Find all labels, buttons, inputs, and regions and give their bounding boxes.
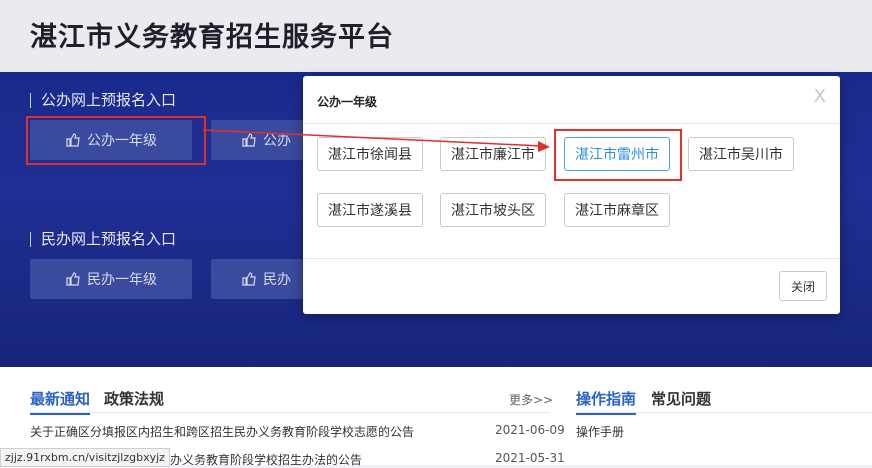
public-other-label: 公办 xyxy=(263,133,291,149)
public-section-label: 公办网上预报名入口 xyxy=(30,93,176,108)
tab-policy[interactable]: 政策法规 xyxy=(104,388,164,409)
page-header: 湛江市义务教育招生服务平台 xyxy=(0,0,872,72)
news-item-date: 2021-05-31 xyxy=(495,451,565,465)
news-item-date: 2021-06-09 xyxy=(495,423,565,437)
more-link[interactable]: 更多>> xyxy=(509,391,553,408)
annotation-box-leizhou xyxy=(554,129,682,181)
news-item-title[interactable]: 民办义务教育阶段学校招生办法的公告 xyxy=(158,451,362,468)
annotation-box-public xyxy=(26,116,206,165)
tab-faq[interactable]: 常见问题 xyxy=(651,388,711,409)
private-other-button[interactable]: 民办 xyxy=(211,259,303,299)
modal-header-divider xyxy=(303,123,840,124)
private-grade1-label: 民办一年级 xyxy=(87,272,157,288)
city-button-mazhang[interactable]: 湛江市麻章区 xyxy=(564,193,670,227)
thumbs-up-icon xyxy=(242,133,256,147)
modal-title: 公办一年级 xyxy=(317,95,378,109)
news-divider xyxy=(30,412,550,413)
city-button-potou[interactable]: 湛江市坡头区 xyxy=(440,193,546,227)
close-button[interactable]: 关闭 xyxy=(779,271,827,301)
private-section-label: 民办网上预报名入口 xyxy=(30,232,176,247)
thumbs-up-icon xyxy=(242,272,256,286)
guide-divider xyxy=(576,412,872,413)
thumbs-up-icon xyxy=(66,272,80,286)
close-icon[interactable]: X xyxy=(814,86,826,107)
modal-footer-divider xyxy=(303,258,840,259)
guide-item-manual[interactable]: 操作手册 xyxy=(576,423,624,440)
status-url-bar: zjjz.91rxbm.cn/visitzjlzgbxyjz xyxy=(0,448,170,467)
tab-guide[interactable]: 操作指南 xyxy=(576,388,637,415)
city-button-wuchuan[interactable]: 湛江市吴川市 xyxy=(688,137,794,171)
public-other-button[interactable]: 公办 xyxy=(211,120,303,160)
tab-latest-notice[interactable]: 最新通知 xyxy=(30,388,91,415)
site-title: 湛江市义务教育招生服务平台 xyxy=(30,22,394,53)
private-grade1-button[interactable]: 民办一年级 xyxy=(30,259,192,299)
private-other-label: 民办 xyxy=(263,272,291,288)
city-button-lianjiang[interactable]: 湛江市廉江市 xyxy=(440,137,546,171)
city-button-suixi[interactable]: 湛江市遂溪县 xyxy=(317,193,423,227)
region-select-modal: 公办一年级 X 湛江市徐闻县 湛江市廉江市 湛江市雷州市 湛江市吴川市 湛江市遂… xyxy=(303,76,840,314)
city-button-xuwen[interactable]: 湛江市徐闻县 xyxy=(317,137,423,171)
news-item-title[interactable]: 关于正确区分填报区内招生和跨区招生民办义务教育阶段学校志愿的公告 xyxy=(30,423,414,440)
